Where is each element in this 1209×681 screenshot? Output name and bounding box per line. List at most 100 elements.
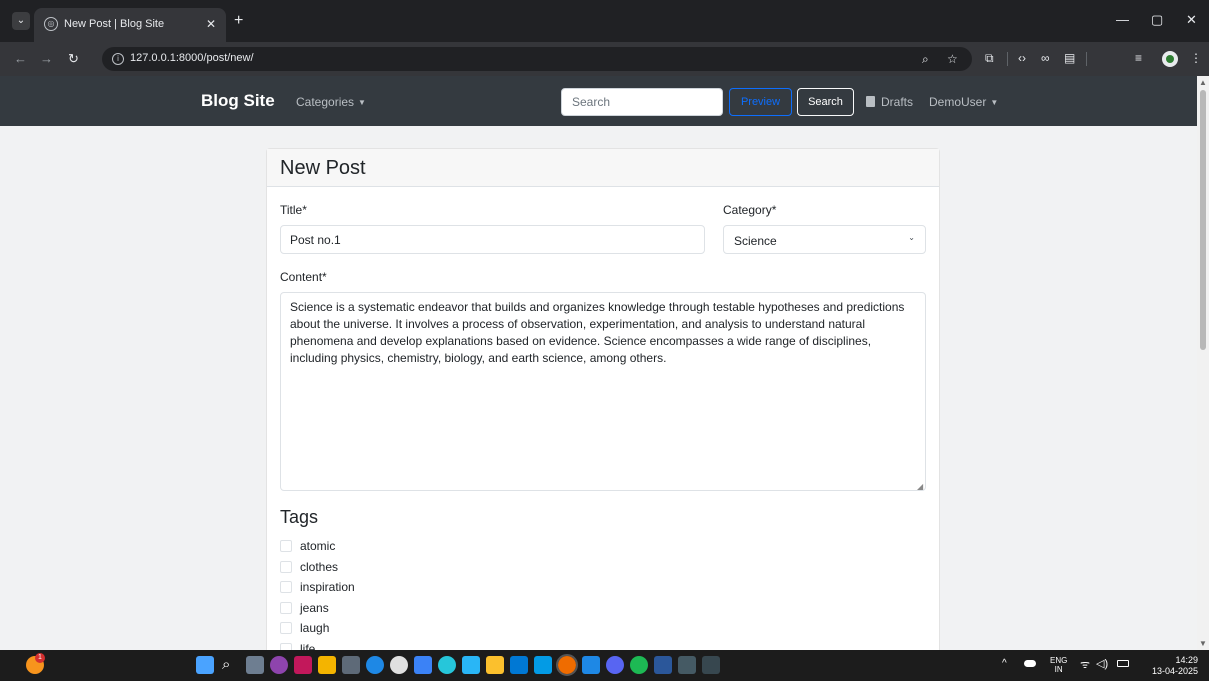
new-post-card: New Post Title* Category* Science ⌄ Cont… <box>266 148 940 650</box>
media-icon[interactable]: ≡ <box>1135 51 1142 65</box>
tag-label: atomic <box>300 539 336 553</box>
resize-handle-icon[interactable]: ◢ <box>917 482 923 491</box>
window-close-icon[interactable]: ✕ <box>1186 12 1197 28</box>
reload-icon[interactable]: ↻ <box>68 51 79 67</box>
categories-label: Categories <box>296 95 355 109</box>
file-explorer-icon[interactable] <box>318 656 336 674</box>
forward-icon[interactable]: → <box>40 51 53 66</box>
page-title: New Post <box>280 157 366 179</box>
scroll-down-icon[interactable]: ▼ <box>1199 639 1207 648</box>
spotify-icon[interactable] <box>630 656 648 674</box>
notepad-icon[interactable] <box>414 656 432 674</box>
copilot-icon[interactable] <box>270 656 288 674</box>
volume-icon[interactable]: ◁) <box>1096 657 1108 670</box>
checkbox[interactable] <box>280 581 292 593</box>
search-button[interactable]: Search <box>797 88 854 116</box>
info-icon[interactable]: i <box>112 53 124 65</box>
tab-search-icon[interactable]: ⌄ <box>12 12 30 30</box>
word-icon[interactable] <box>654 656 672 674</box>
zoom-icon[interactable]: ⌕ <box>922 52 929 67</box>
address-toolbar: ← → ↻ i 127.0.0.1:8000/post/new/ ⌕ ☆ ⧉ ‹… <box>0 42 1209 76</box>
close-icon[interactable]: ✕ <box>206 17 216 31</box>
app-icon[interactable] <box>534 656 552 674</box>
onedrive-icon[interactable] <box>1024 660 1036 667</box>
checkbox[interactable] <box>280 643 292 650</box>
plus-icon[interactable]: + <box>234 13 243 29</box>
browser-tab[interactable]: ◎ New Post | Blog Site ✕ <box>34 8 226 42</box>
brand-link[interactable]: Blog Site <box>201 91 275 111</box>
tray-chevron-icon[interactable]: ^ <box>1002 658 1007 669</box>
back-icon[interactable]: ← <box>14 51 27 66</box>
title-input[interactable] <box>280 225 705 254</box>
scroll-up-icon[interactable]: ▲ <box>1199 78 1207 87</box>
lang-top: ENG <box>1050 656 1068 665</box>
app-icon[interactable] <box>390 656 408 674</box>
clock-date: 13-04-2025 <box>1151 666 1198 676</box>
url-text[interactable]: 127.0.0.1:8000/post/new/ <box>130 52 254 64</box>
search-icon[interactable]: ⌕ <box>222 656 240 674</box>
outlook-icon[interactable] <box>510 656 528 674</box>
scroll-thumb[interactable] <box>1200 90 1206 350</box>
title-label: Title* <box>280 203 307 217</box>
extensions-icon[interactable]: ⧉ <box>985 51 994 66</box>
tag-label: clothes <box>300 560 339 574</box>
profile-icon[interactable] <box>1162 51 1178 67</box>
caret-down-icon: ▼ <box>990 98 999 107</box>
app-icon[interactable] <box>462 656 480 674</box>
tag-label: laugh <box>300 621 330 635</box>
toolbar-divider <box>1086 52 1087 66</box>
checkbox[interactable] <box>280 540 292 552</box>
category-label: Category* <box>723 203 777 217</box>
content-label: Content* <box>280 270 327 284</box>
mcafee-icon[interactable] <box>294 656 312 674</box>
store-icon[interactable] <box>342 656 360 674</box>
content-textarea[interactable]: Science is a systematic endeavor that bu… <box>280 292 926 491</box>
vscode-icon[interactable] <box>582 656 600 674</box>
checkbox[interactable] <box>280 622 292 634</box>
minimize-icon[interactable]: — <box>1116 12 1129 27</box>
task-view-icon[interactable] <box>246 656 264 674</box>
nav-search-input[interactable] <box>561 88 723 116</box>
page-scrollbar[interactable]: ▲ ▼ <box>1197 76 1209 650</box>
tag-label: inspiration <box>300 580 355 594</box>
app-icon[interactable] <box>438 656 456 674</box>
terminal-icon[interactable] <box>702 656 720 674</box>
link-icon[interactable]: ∞ <box>1041 51 1050 65</box>
wifi-icon[interactable]: ᯤ <box>1080 657 1090 672</box>
language-indicator[interactable]: ENG IN <box>1050 656 1067 674</box>
lang-bottom: IN <box>1054 665 1063 674</box>
page-viewport: Blog Site Categories▼ Preview Search Dra… <box>0 76 1197 650</box>
reader-icon[interactable]: ▤ <box>1064 51 1075 65</box>
system-clock[interactable]: 14:29 13-04-2025 <box>1150 655 1198 677</box>
chrome-icon[interactable] <box>556 654 578 676</box>
os-taskbar: 1 ⌕ ^ ENG IN ᯤ ◁) 14:29 13-04-2025 <box>0 650 1209 681</box>
drafts-link[interactable]: Drafts <box>866 95 913 109</box>
code-icon[interactable]: ‹› <box>1018 51 1026 65</box>
checkbox[interactable] <box>280 602 292 614</box>
user-dropdown[interactable]: DemoUser ▼ <box>929 95 998 109</box>
start-icon[interactable] <box>196 656 214 674</box>
tab-title: New Post | Blog Site <box>64 18 165 30</box>
tag-label: jeans <box>300 601 329 615</box>
document-icon <box>866 96 875 107</box>
discord-icon[interactable] <box>606 656 624 674</box>
app-icon[interactable] <box>678 656 696 674</box>
categories-dropdown[interactable]: Categories ▼ <box>296 95 366 109</box>
omnibox[interactable]: i 127.0.0.1:8000/post/new/ ⌕ ☆ <box>102 47 972 71</box>
user-label: DemoUser <box>929 95 987 109</box>
site-navbar: Blog Site Categories▼ Preview Search Dra… <box>0 76 1197 126</box>
star-icon[interactable]: ☆ <box>947 52 958 66</box>
restore-icon[interactable]: ▢ <box>1151 12 1163 28</box>
drafts-label: Drafts <box>881 95 914 109</box>
preview-button[interactable]: Preview <box>729 88 792 116</box>
sticky-notes-icon[interactable] <box>486 656 504 674</box>
battery-icon[interactable] <box>1117 660 1129 667</box>
category-select[interactable]: Science ⌄ <box>723 225 926 254</box>
caret-down-icon: ▼ <box>358 98 366 107</box>
globe-icon: ◎ <box>44 17 58 31</box>
checkbox[interactable] <box>280 561 292 573</box>
menu-icon[interactable]: ⋮ <box>1190 51 1202 65</box>
chevron-down-icon: ⌄ <box>908 233 915 242</box>
browser-tab-strip: ⌄ ◎ New Post | Blog Site ✕ + — ▢ ✕ <box>0 0 1209 42</box>
edge-icon[interactable] <box>366 656 384 674</box>
